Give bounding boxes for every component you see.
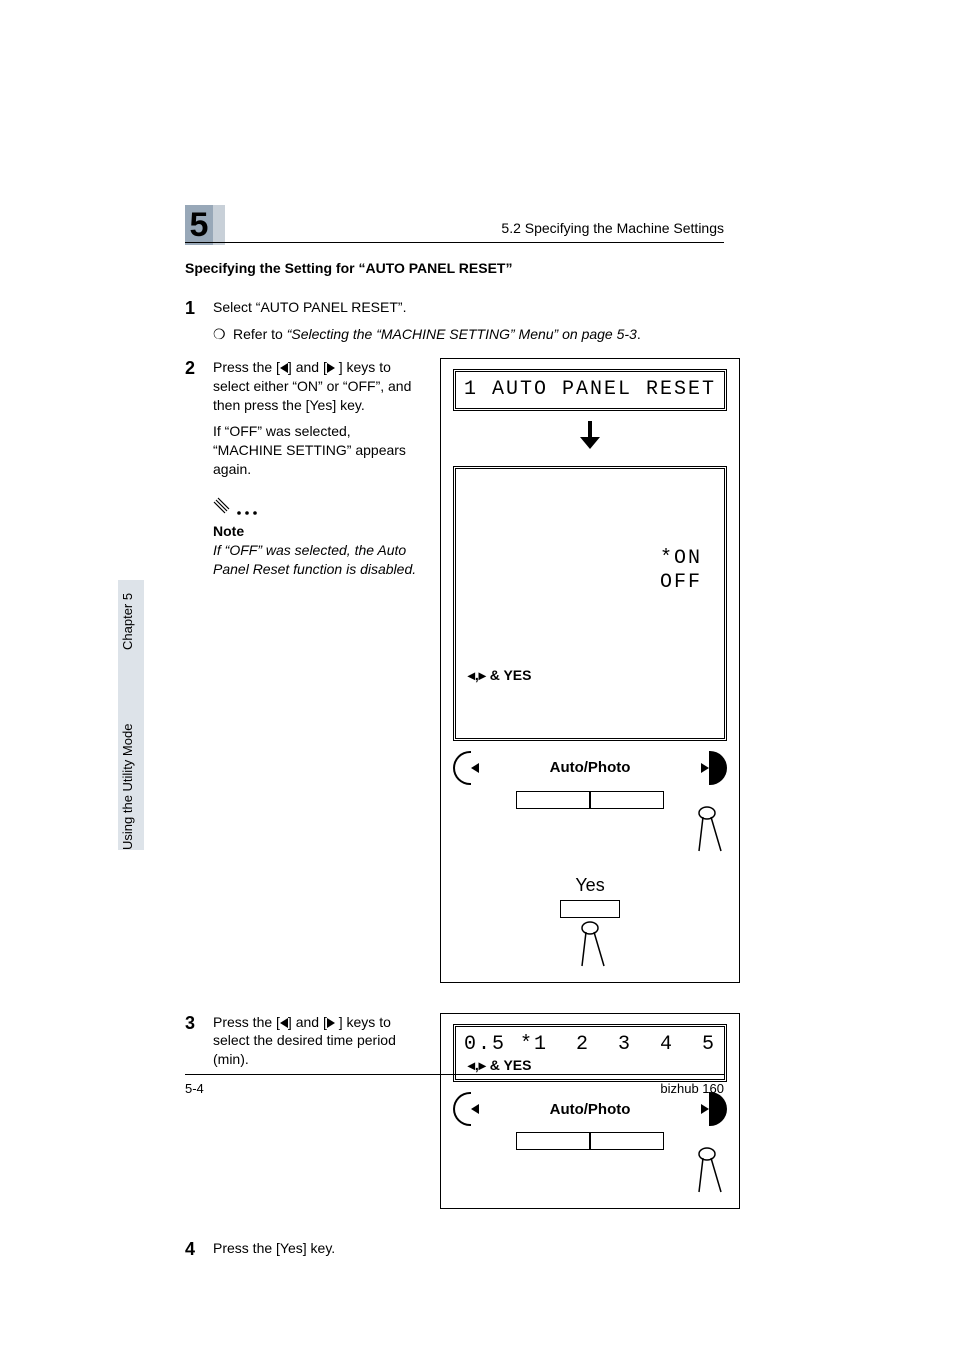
hand-press-icon (573, 920, 607, 968)
rocker-control: Auto/Photo (453, 1092, 727, 1126)
step-number: 1 (185, 298, 213, 319)
arrow-left-icon (471, 1104, 479, 1114)
rocker-right-icon (709, 751, 727, 785)
yes-button-graphic (560, 900, 620, 918)
note-icon (213, 497, 263, 519)
step-3: 3 Press the [] and [ ] keys to select th… (185, 1013, 420, 1078)
section-title: Specifying the Setting for “AUTO PANEL R… (185, 260, 724, 276)
footer-page: 5-4 (185, 1081, 204, 1096)
footer: 5-4 bizhub 160 (185, 1074, 724, 1096)
yes-label: Yes (453, 875, 727, 896)
rocker-right-icon (709, 1092, 727, 1126)
arrow-left-icon (471, 763, 479, 773)
step-3-text: Press the [] and [ ] keys to select the … (213, 1013, 420, 1070)
down-arrow-icon (453, 419, 727, 458)
figure-2: 0.5 *1 2 3 4 5 ◂,▸ & YES Auto/Photo (440, 1013, 740, 1210)
hand-press-icon (693, 805, 727, 853)
step-number: 2 (185, 358, 213, 379)
step-1-text: Select “AUTO PANEL RESET”. (213, 298, 724, 317)
arrow-left-icon (280, 363, 288, 373)
header-section-ref: 5.2 Specifying the Machine Settings (501, 220, 724, 236)
bullet-marker: ❍ (213, 325, 233, 344)
step-4-text: Press the [Yes] key. (213, 1239, 724, 1258)
step-1: 1 Select “AUTO PANEL RESET”. ❍ Refer to … (185, 298, 724, 344)
side-chapter-label: Chapter 5 (120, 593, 135, 650)
arrow-right-icon (327, 363, 335, 373)
lcd2-line2: ◂,▸ & YES (464, 667, 716, 684)
chapter-badge: 5 (185, 205, 225, 245)
step-2-text2: If “OFF” was selected, “MACHINE SETTING”… (213, 422, 420, 479)
rocker-left-icon (453, 751, 471, 785)
arrow-right-icon (327, 1018, 335, 1028)
step-number: 4 (185, 1239, 213, 1260)
rocker-left-icon (453, 1092, 471, 1126)
sub-ital: “Selecting the “MACHINE SETTING” Menu” o… (287, 326, 637, 342)
lcd2-on: *ON (660, 547, 702, 570)
lcd-display-1: 1 AUTO PANEL RESET (453, 369, 727, 411)
note-heading: Note (213, 523, 420, 539)
rocker-label: Auto/Photo (479, 759, 701, 776)
yes-block: Yes (453, 875, 727, 968)
header-rule (185, 242, 724, 243)
side-mode-label: Using the Utility Mode (120, 724, 135, 850)
note-block: Note If “OFF” was selected, the Auto Pan… (213, 497, 420, 579)
arrow-right-icon (701, 763, 709, 773)
lcd2-off: OFF (660, 571, 702, 594)
rocker-label: Auto/Photo (479, 1101, 701, 1118)
hand-press-icon (693, 1146, 727, 1194)
step-2-text: Press the [] and [ ] keys to select eith… (213, 358, 420, 415)
sub-prefix: Refer to (233, 326, 287, 342)
step-1-subnote: ❍ Refer to “Selecting the “MACHINE SETTI… (213, 325, 724, 344)
arrow-right-icon (701, 1104, 709, 1114)
step-number: 3 (185, 1013, 213, 1034)
note-text: If “OFF” was selected, the Auto Panel Re… (213, 541, 420, 579)
sub-suffix: . (637, 326, 641, 342)
arrow-left-icon (280, 1018, 288, 1028)
figure-1: 1 AUTO PANEL RESET *ON OFF ◂,▸ & YES (440, 358, 740, 983)
footer-product: bizhub 160 (660, 1081, 724, 1096)
step-4: 4 Press the [Yes] key. (185, 1239, 724, 1266)
lcd-display-2: *ON OFF ◂,▸ & YES (453, 466, 727, 741)
rocker-control: Auto/Photo (453, 751, 727, 785)
step-2: 2 Press the [] and [ ] keys to select ei… (185, 358, 420, 487)
chapter-number: 5 (185, 205, 225, 245)
